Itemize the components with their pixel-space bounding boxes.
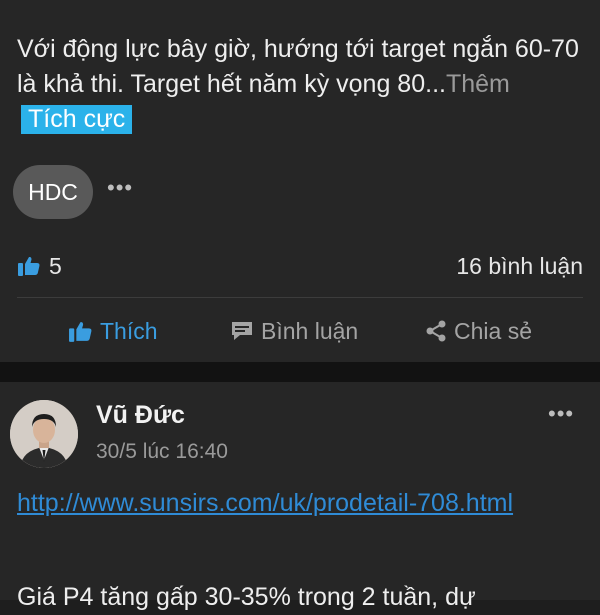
like-button-label: Thích bbox=[100, 317, 158, 344]
reaction-summary[interactable]: 5 bbox=[17, 251, 62, 281]
feed-separator bbox=[0, 362, 600, 382]
thumbs-up-icon bbox=[69, 321, 92, 342]
post-text: Với động lực bây giờ, hướng tới target n… bbox=[17, 32, 587, 137]
share-button-label: Chia sẻ bbox=[454, 317, 532, 344]
post-card: Vũ Đức 30/5 lúc 16:40 ••• http://www.sun… bbox=[0, 382, 600, 611]
see-more-link[interactable]: Thêm bbox=[446, 70, 510, 98]
post-card: Với động lực bây giờ, hướng tới target n… bbox=[0, 0, 600, 362]
avatar-photo bbox=[10, 400, 78, 468]
author-name[interactable]: Vũ Đức bbox=[96, 401, 185, 430]
post-link[interactable]: http://www.sunsirs.com/uk/prodetail-708.… bbox=[17, 486, 577, 521]
thumbs-up-icon bbox=[18, 256, 40, 276]
more-options-icon[interactable]: ••• bbox=[107, 177, 133, 199]
comment-button[interactable]: Bình luận bbox=[230, 314, 358, 348]
divider bbox=[17, 297, 583, 298]
comment-button-label: Bình luận bbox=[261, 317, 359, 344]
post-timestamp: 30/5 lúc 16:40 bbox=[96, 440, 228, 463]
like-count: 5 bbox=[49, 252, 62, 279]
sentiment-tag[interactable]: Tích cực bbox=[21, 105, 133, 134]
comment-icon bbox=[232, 322, 252, 340]
share-button[interactable]: Chia sẻ bbox=[425, 314, 532, 348]
comment-count[interactable]: 16 bình luận bbox=[456, 251, 583, 281]
stock-tag-chip[interactable]: HDC bbox=[13, 165, 93, 219]
share-icon bbox=[426, 320, 446, 342]
post-body: Giá P4 tăng gấp 30-35% trong 2 tuần, dự bbox=[17, 583, 476, 611]
more-options-icon[interactable]: ••• bbox=[548, 403, 574, 425]
like-button[interactable]: Thích bbox=[68, 314, 158, 348]
avatar[interactable] bbox=[10, 400, 78, 468]
